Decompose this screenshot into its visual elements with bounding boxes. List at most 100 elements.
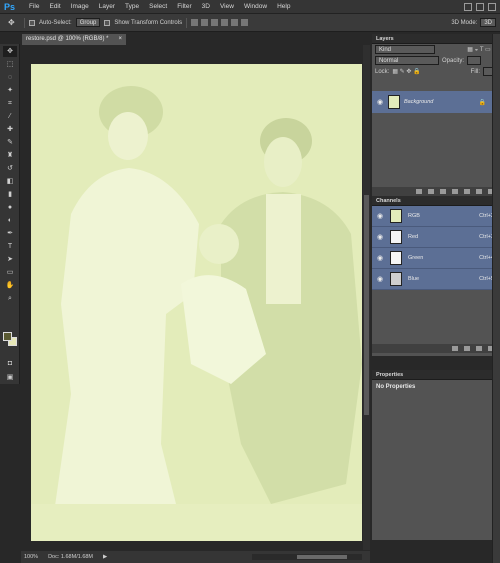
lasso-tool-icon[interactable]: ◌ — [3, 72, 17, 83]
screen-mode-icon[interactable]: ▣ — [3, 372, 17, 383]
eye-icon[interactable]: ◉ — [376, 212, 384, 220]
mask-icon[interactable] — [440, 189, 446, 194]
group-icon[interactable] — [464, 189, 470, 194]
scroll-thumb[interactable] — [297, 555, 347, 559]
new-channel-icon[interactable] — [476, 346, 482, 351]
menu-view[interactable]: View — [215, 3, 239, 10]
workspace-dropdown[interactable]: 3D — [480, 18, 496, 27]
align-middle-icon[interactable] — [201, 19, 209, 26]
status-arrow-icon[interactable]: ▶ — [103, 554, 107, 560]
brush-tool-icon[interactable]: ✎ — [3, 137, 17, 148]
window-controls — [464, 2, 496, 11]
link-layers-icon[interactable] — [416, 189, 422, 194]
menu-window[interactable]: Window — [239, 3, 272, 10]
move-tool-icon[interactable]: ✥ — [8, 18, 20, 28]
new-layer-icon[interactable] — [476, 189, 482, 194]
load-selection-icon[interactable] — [452, 346, 458, 351]
app-logo: Ps — [4, 1, 16, 12]
gradient-tool-icon[interactable]: ▮ — [3, 189, 17, 200]
auto-select-dropdown[interactable]: Group — [75, 18, 101, 27]
mode-3d: 3D Mode: 3D — [451, 18, 496, 27]
menu-edit[interactable]: Edit — [44, 3, 65, 10]
properties-panel-body: No Properties — [372, 380, 500, 540]
auto-select-checkbox[interactable] — [29, 19, 35, 26]
channel-row[interactable]: ◉ Blue Ctrl+5 — [372, 269, 500, 290]
channel-name: RGB — [408, 213, 420, 219]
quick-mask-icon[interactable]: ◘ — [3, 358, 17, 369]
menu-select[interactable]: Select — [144, 3, 172, 10]
lock-icon: 🔒 — [478, 99, 486, 106]
marquee-tool-icon[interactable]: ⬚ — [3, 59, 17, 70]
status-bar: 100% Doc: 1.68M/1.68M ▶ — [21, 551, 370, 563]
photo-canvas[interactable] — [31, 64, 362, 541]
opacity-field[interactable] — [467, 56, 482, 65]
kind-filter-dropdown[interactable]: Kind — [375, 45, 435, 54]
lock-label: Lock: — [375, 68, 390, 75]
history-brush-icon[interactable]: ↺ — [3, 163, 17, 174]
menu-image[interactable]: Image — [66, 3, 94, 10]
zoom-tool-icon[interactable]: ⌕ — [3, 293, 17, 304]
eraser-icon[interactable]: ◧ — [3, 176, 17, 187]
lock-icons[interactable]: ▦ ✎ ✥ 🔒 — [392, 68, 420, 75]
properties-panel-header[interactable]: Properties ≡ — [372, 370, 500, 380]
channel-row[interactable]: ◉ Green Ctrl+4 — [372, 248, 500, 269]
maximize-icon[interactable] — [476, 2, 484, 11]
crop-tool-icon[interactable]: ⌗ — [3, 98, 17, 109]
align-bottom-icon[interactable] — [211, 19, 219, 26]
zoom-level[interactable]: 100% — [24, 554, 38, 560]
align-center-icon[interactable] — [231, 19, 239, 26]
align-top-icon[interactable] — [191, 19, 199, 26]
eye-icon[interactable]: ◉ — [376, 98, 384, 106]
eyedropper-icon[interactable]: ⁄ — [3, 111, 17, 122]
magic-wand-icon[interactable]: ✦ — [3, 85, 17, 96]
close-icon[interactable] — [488, 2, 496, 11]
shape-tool-icon[interactable]: ▭ — [3, 267, 17, 278]
align-left-icon[interactable] — [221, 19, 229, 26]
layers-footer — [372, 187, 500, 196]
channel-row[interactable]: ◉ Red Ctrl+3 — [372, 227, 500, 248]
channel-row[interactable]: ◉ RGB Ctrl+2 — [372, 206, 500, 227]
show-transform-checkbox[interactable] — [104, 19, 111, 26]
menu-layer[interactable]: Layer — [94, 3, 120, 10]
close-tab-icon[interactable]: × — [118, 34, 122, 45]
vertical-scrollbar[interactable] — [363, 45, 370, 550]
align-right-icon[interactable] — [241, 19, 249, 26]
lock-row: Lock: ▦ ✎ ✥ 🔒 Fill: — [372, 66, 500, 77]
menu-bar: Ps File Edit Image Layer Type Select Fil… — [0, 0, 500, 14]
eye-icon[interactable]: ◉ — [376, 254, 384, 262]
scroll-thumb[interactable] — [364, 195, 369, 415]
panels-column: Layers ≡ Kind ▦ ◒ T ▭ ◈ Normal Opacity: … — [372, 34, 500, 563]
channel-name: Blue — [408, 276, 420, 282]
properties-content: No Properties — [376, 384, 416, 390]
menu-file[interactable]: File — [24, 3, 44, 10]
fx-icon[interactable] — [428, 189, 434, 194]
save-selection-icon[interactable] — [464, 346, 470, 351]
layer-row-background[interactable]: ◉ Background 🔒 — [372, 91, 492, 113]
layers-panel-header[interactable]: Layers ≡ — [372, 34, 500, 44]
minimize-icon[interactable] — [464, 2, 472, 11]
collapsed-panel-strip[interactable] — [492, 34, 500, 563]
menu-type[interactable]: Type — [120, 3, 144, 10]
eye-icon[interactable]: ◉ — [376, 233, 384, 241]
eye-icon[interactable]: ◉ — [376, 275, 384, 283]
horizontal-scrollbar[interactable] — [252, 554, 362, 560]
blend-mode-dropdown[interactable]: Normal — [375, 56, 439, 65]
pen-tool-icon[interactable]: ✒ — [3, 228, 17, 239]
foreground-color-swatch[interactable] — [3, 332, 12, 341]
menu-3d[interactable]: 3D — [197, 3, 215, 10]
adjustment-icon[interactable] — [452, 189, 458, 194]
healing-brush-icon[interactable]: ✚ — [3, 124, 17, 135]
path-select-icon[interactable]: ➤ — [3, 254, 17, 265]
menu-filter[interactable]: Filter — [172, 3, 196, 10]
hand-tool-icon[interactable]: ✋ — [3, 280, 17, 291]
move-tool-icon[interactable]: ✥ — [3, 46, 17, 57]
menu-help[interactable]: Help — [272, 3, 295, 10]
blur-tool-icon[interactable]: ● — [3, 202, 17, 213]
dodge-tool-icon[interactable]: ◐ — [3, 215, 17, 226]
opacity-label: Opacity: — [442, 57, 465, 64]
channels-panel-header[interactable]: Channels ≡ — [372, 196, 500, 206]
document-tab[interactable]: restore.psd @ 100% (RGB/8) * × — [22, 34, 126, 45]
type-tool-icon[interactable]: T — [3, 241, 17, 252]
properties-panel-title: Properties — [376, 372, 404, 378]
clone-stamp-icon[interactable]: ♜ — [3, 150, 17, 161]
